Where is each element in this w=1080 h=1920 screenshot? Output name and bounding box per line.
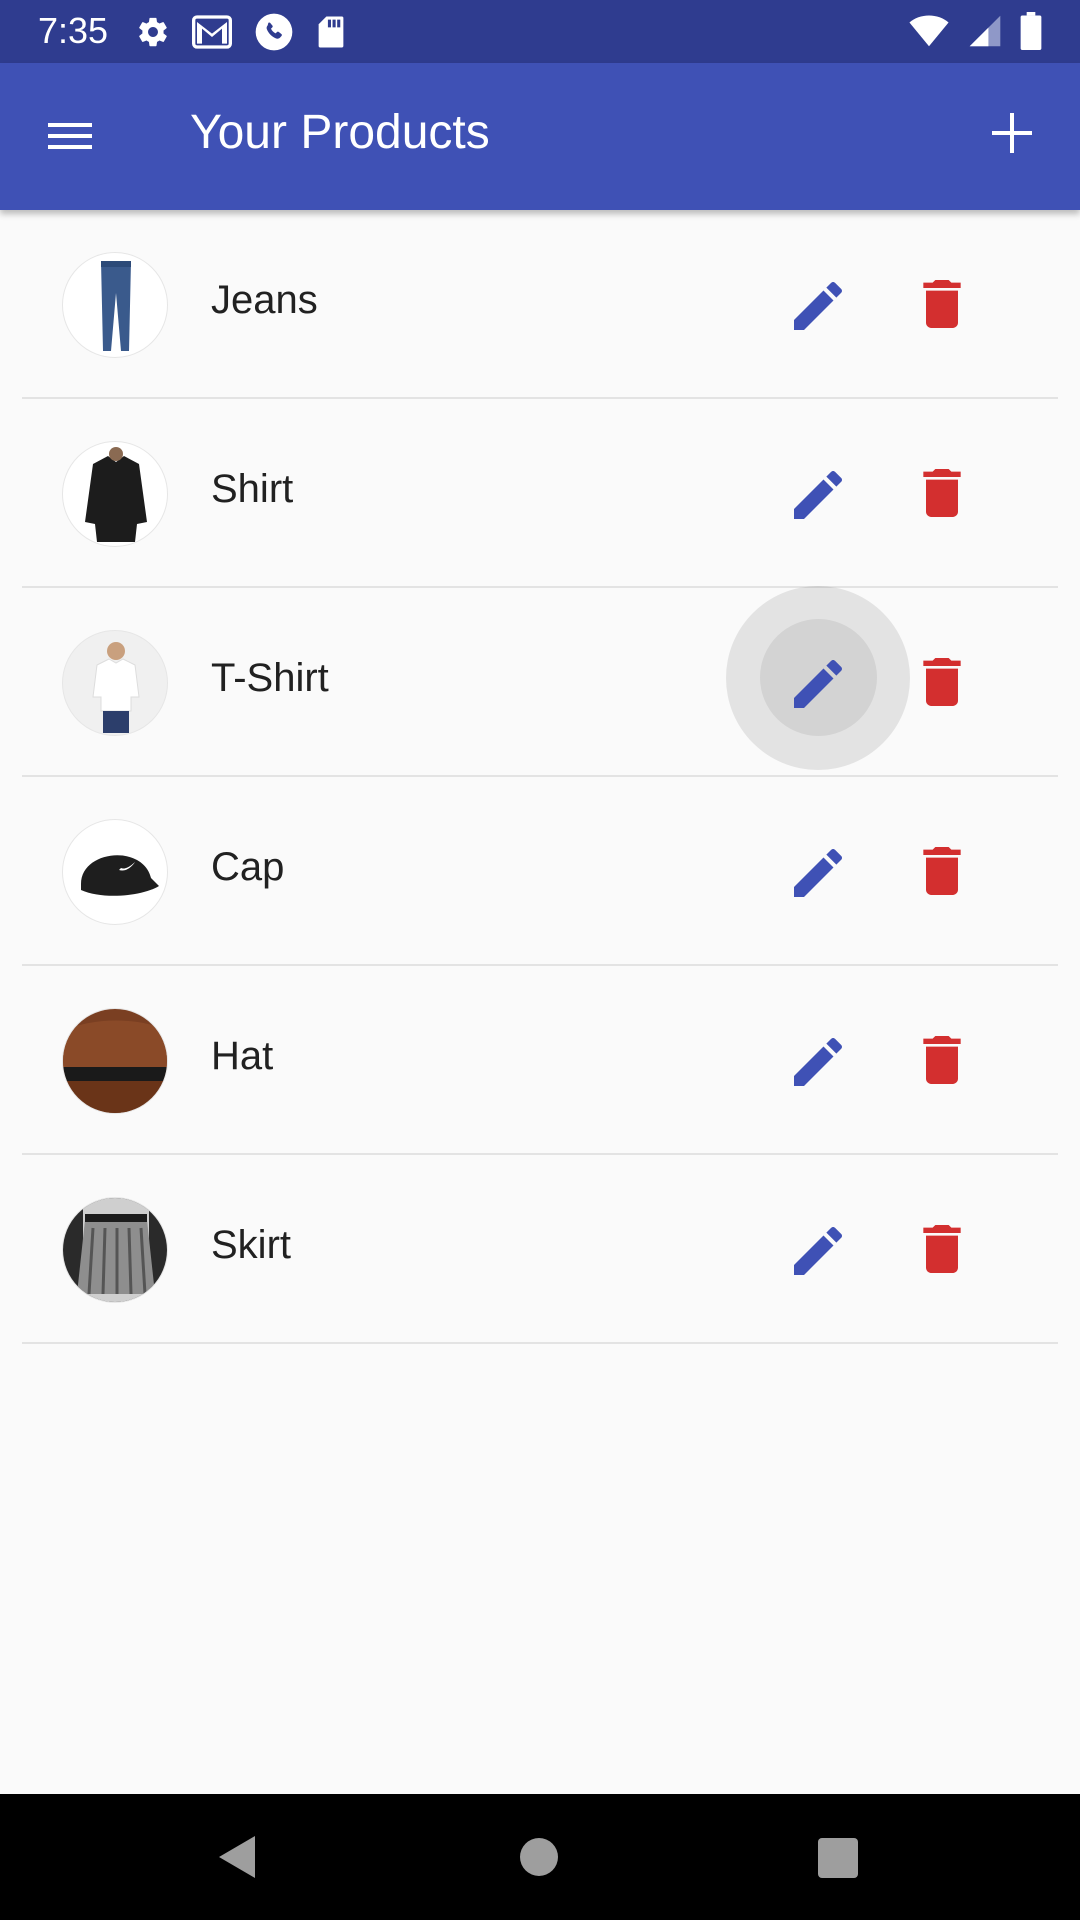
product-name: Skirt <box>211 1223 291 1267</box>
sd-card-icon <box>318 16 344 48</box>
gmail-icon <box>192 15 232 49</box>
page-title: Your Products <box>190 106 490 159</box>
edit-button[interactable] <box>786 1219 850 1283</box>
plus-icon <box>992 113 1032 153</box>
delete-button[interactable] <box>910 461 974 525</box>
recents-icon[interactable] <box>818 1838 858 1878</box>
delete-button[interactable] <box>910 1028 974 1092</box>
jeans-thumbnail <box>62 252 168 358</box>
add-product-button[interactable] <box>982 103 1042 163</box>
home-icon[interactable] <box>520 1838 558 1876</box>
trash-icon <box>923 847 961 895</box>
product-name: Jeans <box>211 278 318 322</box>
edit-button[interactable] <box>786 463 850 527</box>
hat-thumbnail <box>62 1008 168 1114</box>
cap-thumbnail <box>62 819 168 925</box>
edit-button[interactable] <box>786 652 850 716</box>
product-name: Hat <box>211 1034 274 1078</box>
t-shirt-thumbnail <box>62 630 168 736</box>
back-icon <box>219 1836 255 1878</box>
battery-icon <box>1020 12 1042 50</box>
pencil-icon <box>794 281 843 330</box>
divider <box>22 1342 1058 1344</box>
list-item[interactable]: Hat <box>0 966 1080 1155</box>
phone-icon <box>255 13 293 51</box>
list-item[interactable]: Skirt <box>0 1155 1080 1344</box>
edit-button[interactable] <box>786 274 850 338</box>
pencil-icon <box>794 848 843 897</box>
product-list: Jeans Shirt T-Shirt Cap Hat Skirt <box>0 210 1080 1344</box>
nav-back-button[interactable] <box>215 1832 259 1887</box>
trash-icon <box>923 1225 961 1273</box>
system-navigation-bar <box>0 1794 1080 1920</box>
pencil-icon <box>794 470 843 519</box>
list-item[interactable]: Shirt <box>0 399 1080 588</box>
list-item[interactable]: Jeans <box>0 210 1080 399</box>
edit-button[interactable] <box>786 841 850 905</box>
trash-icon <box>923 469 961 517</box>
list-item[interactable]: T-Shirt <box>0 586 1080 777</box>
product-name: Cap <box>211 845 285 889</box>
menu-button[interactable] <box>40 111 100 161</box>
status-bar: 7:35 <box>0 0 1080 63</box>
product-name: Shirt <box>211 467 294 511</box>
wifi-icon <box>909 15 949 47</box>
shirt-thumbnail <box>62 441 168 547</box>
delete-button[interactable] <box>910 1217 974 1281</box>
settings-icon <box>139 17 167 47</box>
edit-button[interactable] <box>786 1030 850 1094</box>
app-bar: Your Products <box>0 63 1080 210</box>
trash-icon <box>923 658 961 706</box>
cell-signal-icon <box>969 15 1001 47</box>
pencil-icon <box>794 1226 843 1275</box>
delete-button[interactable] <box>910 272 974 336</box>
trash-icon <box>923 280 961 328</box>
pencil-icon <box>794 659 843 708</box>
list-item[interactable]: Cap <box>0 777 1080 966</box>
status-time: 7:35 <box>38 10 109 51</box>
trash-icon <box>923 1036 961 1084</box>
delete-button[interactable] <box>910 839 974 903</box>
status-icons-left <box>136 12 346 52</box>
status-icons-right <box>908 12 1042 50</box>
pencil-icon <box>794 1037 843 1086</box>
delete-button[interactable] <box>910 650 974 714</box>
hamburger-menu-icon <box>48 123 92 149</box>
product-name: T-Shirt <box>211 656 329 700</box>
skirt-thumbnail <box>62 1197 168 1303</box>
